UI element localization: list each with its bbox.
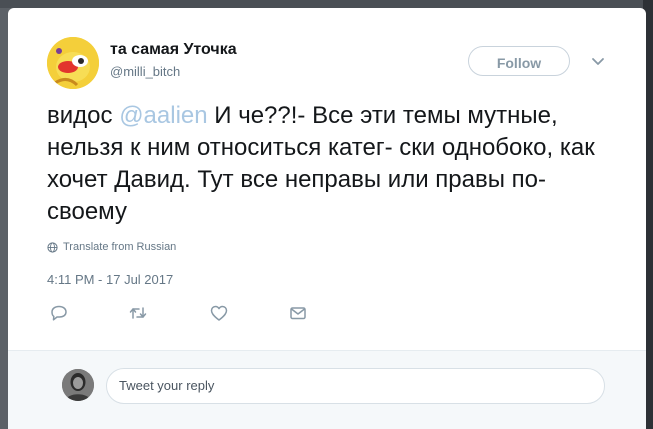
translate-label: Translate from Russian xyxy=(63,241,177,253)
envelope-icon[interactable] xyxy=(288,304,308,322)
translate-link[interactable]: Translate from Russian xyxy=(47,240,176,254)
globe-icon xyxy=(47,241,58,253)
follow-button[interactable]: Follow xyxy=(468,46,570,76)
tweet-timestamp[interactable]: 4:11 PM - 17 Jul 2017 xyxy=(47,272,173,287)
viewer-avatar xyxy=(62,369,94,401)
reply-icon[interactable] xyxy=(49,304,69,322)
retweet-icon[interactable] xyxy=(128,304,148,322)
mention-link[interactable]: @aalien xyxy=(119,102,207,129)
tweet-text: видос @aalien И че??!- Все эти темы мутн… xyxy=(47,100,607,228)
tweet-text-prefix: видос xyxy=(47,102,120,129)
reply-input[interactable]: Tweet your reply xyxy=(106,368,605,404)
backdrop xyxy=(0,0,653,8)
chevron-down-icon[interactable] xyxy=(590,56,606,68)
author-avatar[interactable] xyxy=(47,37,99,89)
author-handle[interactable]: @milli_bitch xyxy=(110,64,180,79)
heart-icon[interactable] xyxy=(209,304,229,322)
reply-composer: Tweet your reply xyxy=(8,350,646,429)
author-display-name[interactable]: та самая Уточка xyxy=(110,41,237,59)
tweet-card: та самая Уточка @milli_bitch Follow видо… xyxy=(8,8,646,429)
